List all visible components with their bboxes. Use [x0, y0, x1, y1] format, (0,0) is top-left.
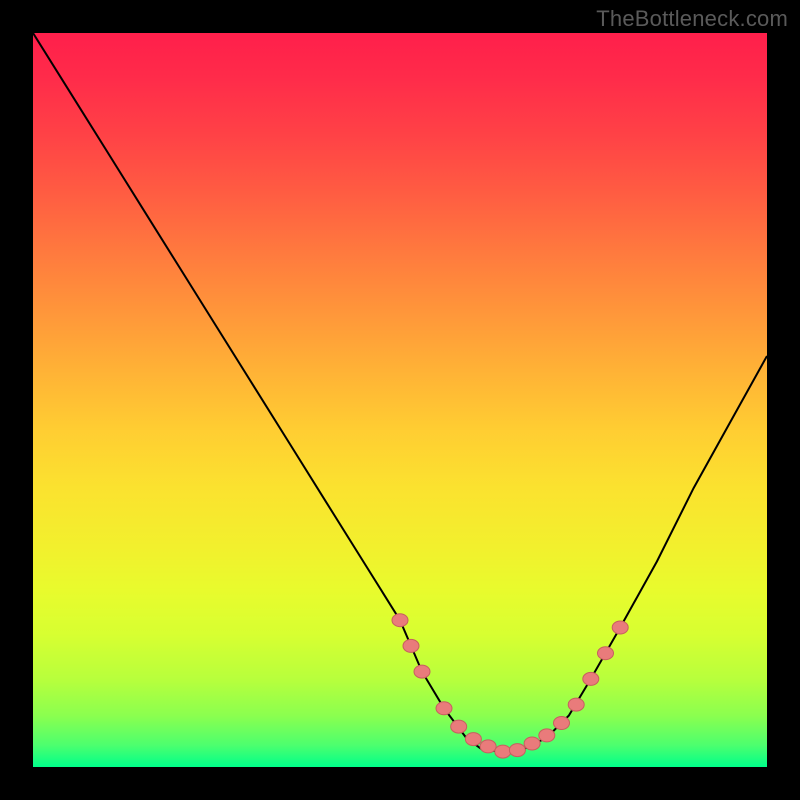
highlight-dot	[539, 729, 555, 742]
highlight-dot	[436, 702, 452, 715]
highlight-dot	[392, 614, 408, 627]
bottleneck-curve	[33, 33, 767, 752]
highlight-dot	[509, 744, 525, 757]
highlight-dot	[524, 737, 540, 750]
watermark-text: TheBottleneck.com	[596, 6, 788, 32]
highlight-dot	[583, 672, 599, 685]
highlight-dot	[598, 647, 614, 660]
highlight-dot	[495, 745, 511, 758]
highlight-dots-group	[392, 614, 628, 758]
highlight-dot	[554, 717, 570, 730]
curve-layer	[33, 33, 767, 767]
highlight-dot	[451, 720, 467, 733]
plot-area	[33, 33, 767, 767]
highlight-dot	[568, 698, 584, 711]
chart-stage: TheBottleneck.com	[0, 0, 800, 800]
highlight-dot	[414, 665, 430, 678]
highlight-dot	[403, 639, 419, 652]
highlight-dot	[465, 733, 481, 746]
highlight-dot	[612, 621, 628, 634]
highlight-dot	[480, 740, 496, 753]
